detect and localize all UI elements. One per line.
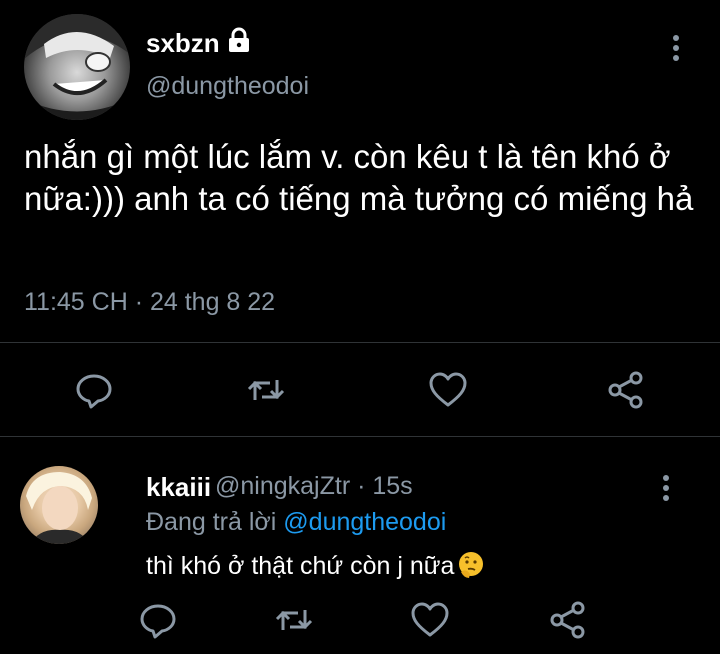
replying-to-mention[interactable]: @dungtheodoi bbox=[283, 508, 446, 536]
reply-icon[interactable] bbox=[74, 370, 114, 410]
replying-to-label: Đang trả lời bbox=[146, 508, 284, 536]
replying-to-line: Đang trả lời @dungtheodoi bbox=[146, 508, 446, 537]
lock-icon bbox=[225, 26, 253, 54]
author-handle[interactable]: @dungtheodoi bbox=[146, 72, 309, 101]
like-icon[interactable] bbox=[410, 600, 450, 640]
reply-author-avatar[interactable] bbox=[20, 466, 98, 544]
reply-text-line: thì khó ở thật chứ còn j nữa bbox=[146, 550, 486, 581]
share-icon[interactable] bbox=[548, 600, 588, 640]
reply-handle-and-time[interactable]: @ningkajZtr · 15s bbox=[215, 472, 413, 501]
more-options-icon[interactable] bbox=[656, 474, 676, 507]
tweet-timestamp[interactable]: 11:45 CH · 24 thg 8 22 bbox=[24, 288, 275, 317]
like-icon[interactable] bbox=[428, 370, 468, 410]
author-display-name[interactable]: sxbzn bbox=[146, 28, 220, 59]
tweet-text: nhắn gì một lúc lắm v. còn kêu t là tên … bbox=[24, 138, 694, 217]
author-avatar[interactable] bbox=[24, 14, 130, 120]
thinking-face-emoji bbox=[456, 550, 486, 580]
reply-text: thì khó ở thật chứ còn j nữa bbox=[146, 552, 455, 580]
share-icon[interactable] bbox=[606, 370, 646, 410]
reply-icon[interactable] bbox=[138, 600, 178, 640]
more-options-icon[interactable] bbox=[666, 34, 686, 67]
retweet-icon[interactable] bbox=[246, 370, 286, 410]
divider bbox=[0, 342, 720, 343]
avatar-illustration bbox=[26, 472, 92, 544]
retweet-icon[interactable] bbox=[274, 600, 314, 640]
avatar-illustration bbox=[24, 14, 130, 120]
divider bbox=[0, 436, 720, 437]
reply-display-name[interactable]: kkaiii bbox=[146, 472, 211, 503]
